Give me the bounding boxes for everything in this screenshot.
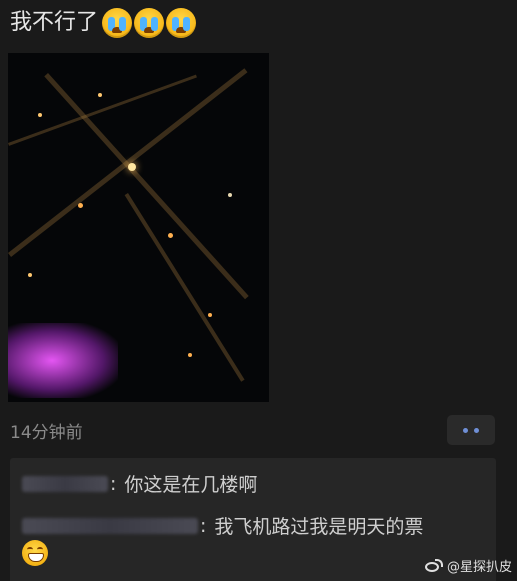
comment-text: 我飞机路过我是明天的票 [214, 516, 424, 538]
watermark: @星探扒皮 [425, 556, 512, 575]
post-time: 14分钟前 [10, 423, 83, 443]
post-text-content: 我不行了 [10, 10, 99, 35]
commenter-name-blurred[interactable] [22, 517, 198, 534]
loudly-crying-face-icon [166, 8, 197, 38]
watermark-text: @星探扒皮 [447, 560, 513, 575]
dot-icon [463, 427, 468, 433]
comment-text: 你这是在几楼啊 [124, 474, 258, 496]
comment-item: : 我飞机路过我是明天的票 [22, 512, 423, 539]
comment-separator: : [110, 472, 117, 495]
grinning-face-icon [22, 540, 48, 566]
loudly-crying-face-icon [134, 8, 165, 38]
comment-item: : 你这是在几楼啊 [22, 470, 257, 497]
dot-icon [474, 427, 479, 433]
weibo-logo-icon [425, 558, 443, 573]
comment-separator: : [200, 514, 207, 537]
loudly-crying-face-icon [102, 8, 133, 38]
commenter-name-blurred[interactable] [22, 475, 108, 492]
post-photo[interactable] [8, 53, 269, 402]
post-text: 我不行了 [10, 6, 197, 40]
more-actions-button[interactable] [447, 415, 495, 445]
comments-panel: : 你这是在几楼啊 : 我飞机路过我是明天的票 [10, 458, 496, 581]
